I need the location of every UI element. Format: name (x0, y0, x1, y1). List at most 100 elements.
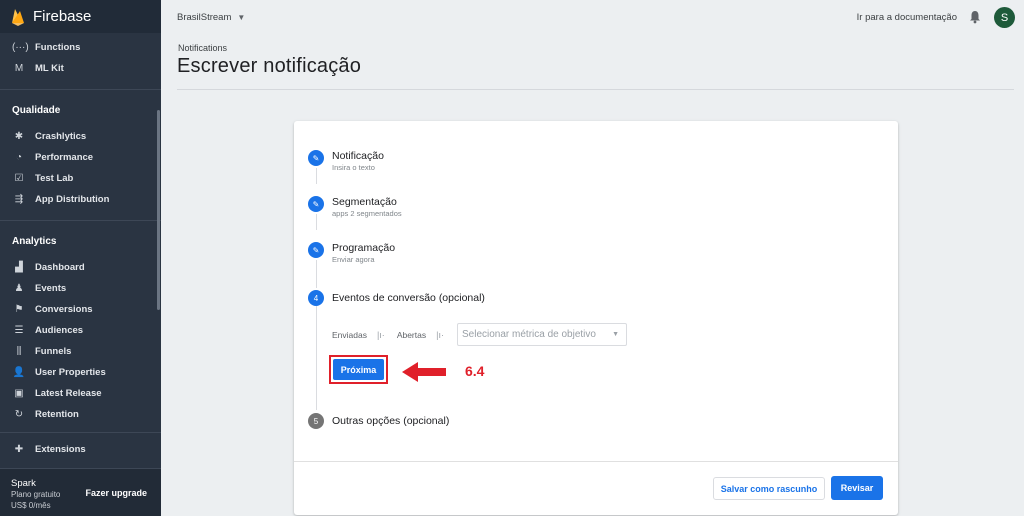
project-name: BrasilStream (177, 12, 232, 23)
review-button[interactable]: Revisar (831, 476, 883, 500)
sidebar-item-label: ML Kit (35, 63, 64, 74)
step-subtitle: apps 2 segmentados (332, 209, 402, 218)
sidebar-item-conversions[interactable]: ⚑ Conversions (0, 299, 161, 320)
opened-label: Abertas (396, 330, 427, 340)
functions-icon: (···) (12, 42, 29, 53)
sidebar-item-latest-release[interactable]: ▣ Latest Release (0, 383, 161, 404)
sidebar-item-app-distribution[interactable]: ⇶ App Distribution (0, 189, 161, 210)
sidebar-scrollbar[interactable] (157, 110, 160, 310)
step-subtitle: Insira o texto (332, 163, 375, 172)
sidebar-item-ml-kit[interactable]: M ML Kit (0, 58, 161, 79)
section-heading-quality: Qualidade (12, 104, 61, 116)
step-title: Notificação (332, 150, 384, 162)
sidebar-item-label: Functions (35, 42, 81, 53)
conversions-icon: ⚑ (14, 304, 24, 315)
next-button[interactable]: Próxima (333, 359, 384, 380)
firebase-logo-icon (12, 8, 24, 26)
sidebar-item-dashboard[interactable]: ▟ Dashboard (0, 257, 161, 278)
sidebar-item-label: Conversions (35, 304, 93, 315)
sidebar-item-label: Dashboard (35, 262, 85, 273)
sidebar-item-label: Extensions (35, 444, 86, 455)
sidebar-item-label: Latest Release (35, 388, 102, 399)
sidebar-item-label: Funnels (35, 346, 72, 357)
stepper-line (316, 214, 317, 230)
card-footer-divider (294, 461, 898, 462)
app-name: Firebase (33, 8, 92, 25)
sidebar-item-label: Audiences (35, 325, 84, 336)
stepper-line (316, 168, 317, 184)
extensions-icon: ✚ (14, 444, 24, 455)
sidebar: Firebase (···) Functions M ML Kit Qualid… (0, 0, 161, 516)
bell-icon[interactable] (968, 10, 982, 24)
avatar[interactable]: S (994, 7, 1015, 28)
sidebar-item-retention[interactable]: ↻ Retention (0, 404, 161, 425)
sidebar-item-extensions[interactable]: ✚ Extensions (0, 439, 161, 460)
step-title: Segmentação (332, 196, 397, 208)
plan-footer: Spark Plano gratuito US$ 0/mês Fazer upg… (0, 468, 161, 516)
annotation-label: 6.4 (465, 363, 485, 379)
top-bar: BrasilStream ▼ Ir para a documentação S (161, 0, 1024, 35)
metric-separator-icon: |ı· (376, 330, 385, 340)
plan-price: US$ 0/mês (11, 501, 51, 510)
upgrade-button[interactable]: Fazer upgrade (85, 488, 147, 498)
step-number-badge: 5 (308, 413, 324, 429)
sidebar-item-test-lab[interactable]: ☑ Test Lab (0, 168, 161, 189)
sidebar-item-functions[interactable]: (···) Functions (0, 37, 161, 58)
sidebar-divider (0, 220, 161, 221)
sidebar-divider (0, 432, 161, 433)
sidebar-item-label: Crashlytics (35, 131, 87, 142)
step-subtitle: Enviar agora (332, 255, 375, 264)
goal-metric-select[interactable]: Selecionar métrica de objetivo ▼ (457, 323, 627, 346)
compose-card: ✎ Notificação Insira o texto ✎ Segmentaç… (294, 121, 898, 515)
pencil-icon: ✎ (308, 242, 324, 258)
step-title: Eventos de conversão (opcional) (332, 292, 485, 304)
metric-separator-icon: |ı· (436, 330, 444, 340)
breadcrumb[interactable]: Notifications (178, 43, 227, 53)
sidebar-item-audiences[interactable]: ☰ Audiences (0, 320, 161, 341)
user-properties-icon: 👤 (12, 367, 26, 378)
project-selector[interactable]: BrasilStream ▼ (177, 12, 245, 23)
audiences-icon: ☰ (14, 325, 24, 336)
save-draft-button[interactable]: Salvar como rascunho (713, 477, 825, 500)
events-icon: ♟ (14, 283, 24, 294)
app-distribution-icon: ⇶ (14, 194, 24, 205)
sidebar-divider (0, 89, 161, 90)
page-title: Escrever notificação (177, 55, 362, 77)
sidebar-item-label: Events (35, 283, 67, 294)
sidebar-item-funnels[interactable]: ⫼ Funnels (0, 341, 161, 362)
sidebar-item-performance[interactable]: ◔ Performance (0, 147, 161, 168)
step-title: Outras opções (opcional) (332, 415, 450, 427)
stepper-line (316, 306, 317, 410)
section-heading-analytics: Analytics (12, 235, 57, 247)
crashlytics-icon: ✱ (14, 131, 24, 142)
pencil-icon: ✎ (308, 150, 324, 166)
conversion-metrics-row: Enviadas |ı· Abertas |ı· (332, 324, 456, 346)
dashboard-icon: ▟ (15, 262, 23, 273)
sidebar-item-label: User Properties (35, 367, 106, 378)
latest-release-icon: ▣ (14, 388, 24, 399)
sent-label: Enviadas (332, 330, 367, 340)
test-lab-icon: ☑ (14, 173, 24, 184)
sidebar-item-label: Performance (35, 152, 94, 163)
title-divider (177, 89, 1014, 90)
dropdown-arrow-icon: ▼ (612, 331, 619, 338)
funnels-icon: ⫼ (16, 346, 22, 357)
sidebar-item-label: App Distribution (35, 194, 110, 205)
stepper-line (316, 260, 317, 288)
chevron-down-icon: ▼ (237, 13, 246, 22)
step-title: Programação (332, 242, 396, 254)
retention-icon: ↻ (14, 409, 24, 420)
pencil-icon: ✎ (308, 196, 324, 212)
sidebar-item-user-properties[interactable]: 👤 User Properties (0, 362, 161, 383)
performance-icon: ◔ (15, 152, 23, 163)
select-placeholder: Selecionar métrica de objetivo (462, 329, 596, 340)
ml-kit-icon: M (14, 63, 24, 74)
annotation-arrow-icon (402, 362, 446, 382)
documentation-link[interactable]: Ir para a documentação (857, 12, 957, 23)
sidebar-item-label: Retention (35, 409, 79, 420)
step-number-badge: 4 (308, 290, 324, 306)
sidebar-item-label: Test Lab (35, 173, 74, 184)
brand-header[interactable]: Firebase (0, 0, 161, 33)
sidebar-item-events[interactable]: ♟ Events (0, 278, 161, 299)
sidebar-item-crashlytics[interactable]: ✱ Crashlytics (0, 126, 161, 147)
